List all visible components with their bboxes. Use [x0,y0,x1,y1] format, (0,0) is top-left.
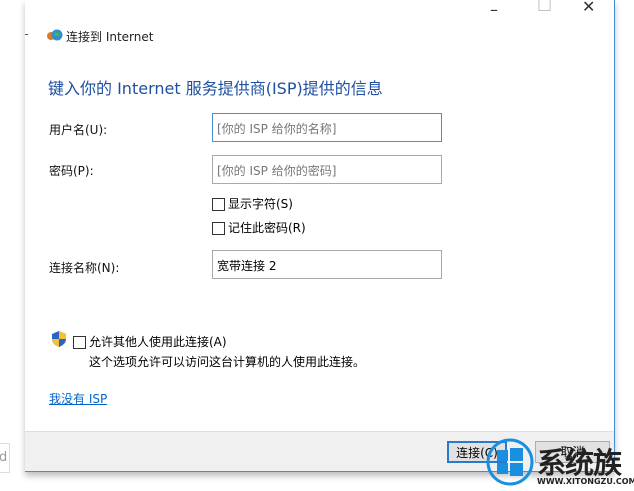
checkbox-box[interactable] [212,222,225,235]
watermark: 系统族 WWW.XITONGZU.COM [485,436,634,491]
remember-label: 记住此密码(R) [228,221,306,235]
password-label: 密码(P): [49,164,94,178]
minimize-button[interactable]: – [490,0,498,19]
back-indicator[interactable] [25,34,28,35]
connection-name-label: 连接名称(N): [49,261,120,275]
no-isp-link[interactable]: 我没有 ISP [49,390,107,407]
allow-description: 这个选项允许可以访问这台计算机的人使用此连接。 [89,355,366,369]
password-input[interactable]: [你的 ISP 给你的密码] [212,155,442,184]
watermark-brand: 系统族 [537,446,622,480]
checkbox-box[interactable] [73,336,86,349]
username-input[interactable]: [你的 ISP 给你的名称] [212,113,442,142]
network-globe-icon [47,29,63,41]
connect-dialog: – □ ✕ 连接到 Internet 键入你的 Internet 服务提供商(I… [25,0,615,472]
windows-logo-icon [486,438,534,486]
shield-icon [52,331,66,347]
allow-others-label: 允许其他人使用此连接(A) [89,335,227,349]
checkbox-box[interactable] [212,198,225,211]
show-chars-checkbox[interactable]: 显示字符(S) [212,195,293,212]
window-title: 连接到 Internet [66,30,154,44]
maximize-button[interactable]: □ [537,0,552,13]
show-chars-label: 显示字符(S) [228,197,293,211]
background-input-fragment: d [0,443,10,473]
allow-others-checkbox[interactable]: 允许其他人使用此连接(A) [73,333,227,350]
username-label: 用户名(U): [49,123,108,137]
page-heading: 键入你的 Internet 服务提供商(ISP)提供的信息 [48,79,383,98]
remember-password-checkbox[interactable]: 记住此密码(R) [212,219,306,236]
watermark-url: WWW.XITONGZU.COM [537,477,634,486]
close-button[interactable]: ✕ [582,0,595,16]
connection-name-input[interactable]: 宽带连接 2 [212,250,442,279]
